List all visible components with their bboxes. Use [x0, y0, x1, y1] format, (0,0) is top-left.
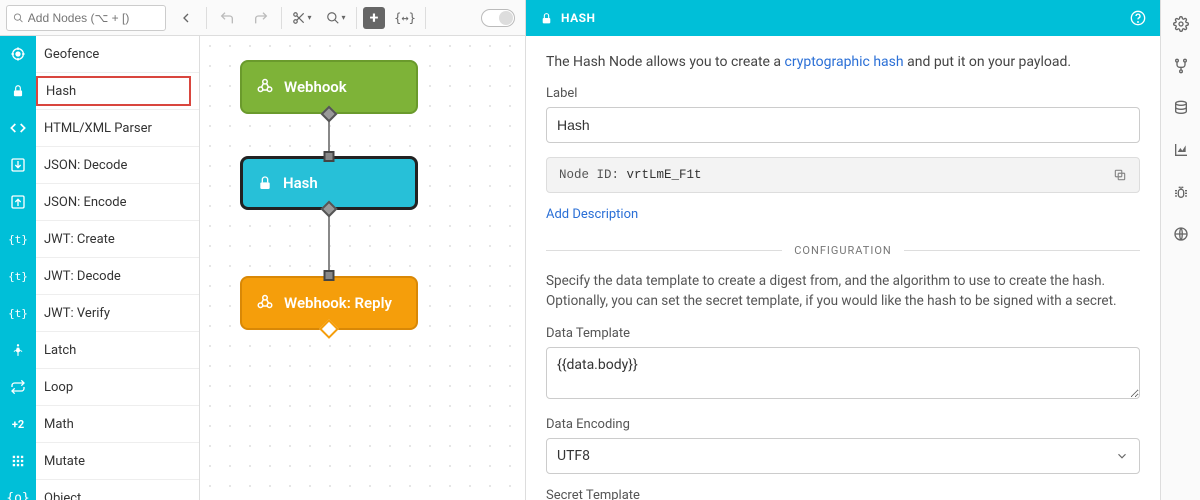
undo-button[interactable] — [213, 4, 241, 32]
node-palette-item[interactable]: Hash — [0, 73, 199, 110]
webhook-icon — [256, 294, 274, 312]
node-palette-label: JWT: Verify — [36, 306, 118, 321]
properties-panel: HASH The Hash Node allows you to create … — [526, 0, 1160, 500]
lock-icon — [540, 12, 553, 25]
port-in[interactable] — [324, 151, 335, 162]
node-palette-label: Loop — [36, 380, 81, 395]
node-palette-label: Object — [36, 491, 89, 500]
webhook-icon — [256, 78, 274, 96]
math-icon: +2 — [0, 406, 36, 443]
canvas-node-webhook[interactable]: Webhook — [240, 60, 418, 114]
node-palette-label: Geofence — [36, 47, 107, 62]
lock-icon — [0, 73, 36, 110]
intro-text: The Hash Node allows you to create a cry… — [546, 54, 1140, 70]
add-description-link[interactable]: Add Description — [546, 207, 638, 222]
jwt-icon: {t} — [0, 258, 36, 295]
branch-icon[interactable] — [1171, 56, 1191, 76]
lock-icon — [257, 175, 273, 191]
help-icon[interactable] — [1130, 10, 1146, 26]
node-palette-label: Mutate — [36, 454, 93, 469]
run-icon — [0, 332, 36, 369]
node-palette-item[interactable]: JSON: Encode — [0, 184, 199, 221]
canvas-node-hash[interactable]: Hash — [240, 156, 418, 210]
right-rail — [1160, 0, 1200, 500]
node-palette-item[interactable]: {t}JWT: Create — [0, 221, 199, 258]
jwt-icon: {t} — [0, 221, 36, 258]
node-palette-item[interactable]: +2Math — [0, 406, 199, 443]
bug-icon[interactable] — [1171, 182, 1191, 202]
node-palette-item[interactable]: JSON: Decode — [0, 147, 199, 184]
secret-template-label: Secret Template — [546, 488, 1140, 500]
node-palette-item[interactable]: Loop — [0, 369, 199, 406]
redo-button[interactable] — [247, 4, 275, 32]
port-in[interactable] — [324, 270, 335, 281]
config-heading: CONFIGURATION — [782, 244, 904, 257]
config-description: Specify the data template to create a di… — [546, 271, 1140, 312]
panel-header: HASH — [526, 0, 1160, 36]
json-out-icon — [0, 184, 36, 221]
node-palette-label: JWT: Decode — [36, 269, 129, 284]
label-input[interactable] — [546, 107, 1140, 143]
object-icon: {o} — [0, 480, 36, 500]
node-palette-label: JSON: Decode — [36, 158, 135, 173]
intro-link[interactable]: cryptographic hash — [785, 54, 904, 70]
node-palette-item[interactable]: {o}Object — [0, 480, 199, 500]
top-toolbar: ▾ ▾ + {↔} — [0, 0, 525, 36]
node-palette-item[interactable]: Geofence — [0, 36, 199, 73]
node-palette-item[interactable]: HTML/XML Parser — [0, 110, 199, 147]
json-in-icon — [0, 147, 36, 184]
add-button[interactable]: + — [363, 7, 385, 29]
canvas-node-label: Hash — [283, 174, 318, 192]
node-palette-item[interactable]: Latch — [0, 332, 199, 369]
braces-button[interactable]: {↔} — [391, 4, 419, 32]
database-icon[interactable] — [1171, 98, 1191, 118]
data-encoding-label: Data Encoding — [546, 417, 1140, 432]
canvas-node-label: Webhook: Reply — [284, 294, 392, 312]
gear-icon[interactable] — [1171, 14, 1191, 34]
chart-icon[interactable] — [1171, 140, 1191, 160]
node-palette-item[interactable]: {t}JWT: Verify — [0, 295, 199, 332]
cut-button[interactable]: ▾ — [288, 4, 316, 32]
search-icon — [13, 12, 24, 24]
node-palette-label: JWT: Create — [36, 232, 123, 247]
grid-icon — [0, 443, 36, 480]
copy-icon[interactable] — [1113, 168, 1127, 182]
node-palette-item[interactable]: {t}JWT: Decode — [0, 258, 199, 295]
port-out[interactable] — [319, 319, 339, 339]
node-id-box: Node ID: vrtLmE_F1t — [546, 157, 1140, 193]
data-encoding-select[interactable]: UTF8 — [546, 438, 1140, 474]
node-palette-label: Hash — [38, 84, 84, 99]
data-template-label: Data Template — [546, 326, 1140, 341]
port-out[interactable] — [321, 201, 338, 218]
jwt-icon: {t} — [0, 295, 36, 332]
panel-title: HASH — [561, 11, 596, 25]
node-palette-label: HTML/XML Parser — [36, 121, 160, 136]
node-palette-label: JSON: Encode — [36, 195, 135, 210]
back-button[interactable] — [172, 4, 200, 32]
flow-canvas[interactable]: Webhook Hash Webhook: Reply — [200, 36, 525, 500]
chevron-down-icon — [1115, 449, 1129, 463]
search-input[interactable] — [28, 11, 159, 25]
node-palette-label: Math — [36, 417, 82, 432]
port-out[interactable] — [321, 106, 338, 123]
globe-icon[interactable] — [1171, 224, 1191, 244]
label-field-label: Label — [546, 86, 1140, 101]
toggle-switch[interactable] — [481, 9, 515, 27]
data-template-input[interactable] — [546, 347, 1140, 399]
search-nodes[interactable] — [6, 5, 166, 31]
node-palette-item[interactable]: Mutate — [0, 443, 199, 480]
node-palette: Geofence Hash HTML/XML Parser JSON: Decode J… — [0, 36, 200, 500]
canvas-node-label: Webhook — [284, 78, 347, 96]
canvas-node-reply[interactable]: Webhook: Reply — [240, 276, 418, 330]
zoom-button[interactable]: ▾ — [322, 4, 350, 32]
loop-icon — [0, 369, 36, 406]
node-palette-label: Latch — [36, 343, 84, 358]
target-icon — [0, 36, 36, 73]
code-icon — [0, 110, 36, 147]
